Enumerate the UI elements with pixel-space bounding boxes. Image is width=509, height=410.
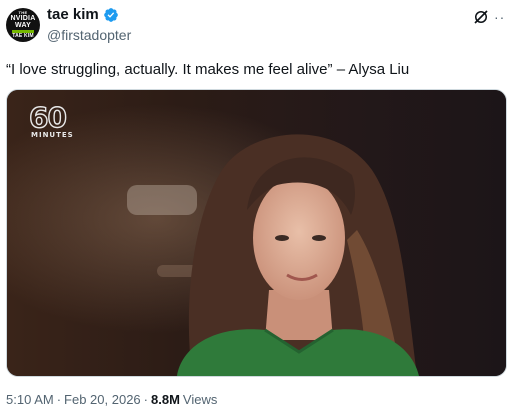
sixty-minutes-logo: 60 (28, 101, 67, 134)
more-icon[interactable]: ·· (494, 10, 505, 24)
tweet-time[interactable]: 5:10 AM (6, 392, 54, 407)
sixty-minutes-logo-sub: MINUTES (31, 131, 74, 139)
avatar[interactable]: THE NVIDIA WAY TAE KIM (6, 8, 40, 42)
avatar-text-line: TAE KIM (12, 33, 34, 39)
tweet-date[interactable]: Feb 20, 2026 (64, 392, 141, 407)
meta-separator: · (56, 392, 62, 407)
avatar-text-line: WAY (15, 22, 31, 29)
video-frame (7, 90, 506, 376)
views-label: Views (182, 392, 218, 407)
tweet-meta: 5:10 AM · Feb 20, 2026 · 8.8M Views (6, 392, 217, 407)
grok-icon[interactable] (472, 8, 490, 26)
verified-badge-icon (103, 7, 118, 22)
avatar-text-line: NVIDIA (10, 15, 36, 22)
tweet-text: “I love struggling, actually. It makes m… (6, 61, 410, 78)
tweet-media[interactable]: 60 MINUTES (6, 89, 507, 377)
author-handle[interactable]: @firstadopter (47, 27, 131, 43)
author-name-row: tae kim (47, 6, 119, 23)
author-display-name[interactable]: tae kim (47, 6, 99, 23)
views-count: 8.8M (151, 392, 180, 407)
meta-separator: · (143, 392, 149, 407)
tweet: THE NVIDIA WAY TAE KIM tae kim @firstado… (0, 0, 509, 410)
